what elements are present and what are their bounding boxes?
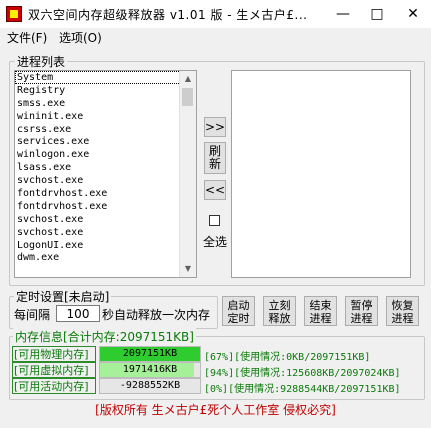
interval-prefix: 每间隔 — [14, 308, 51, 322]
virtual-memory-bar: 1971416KB — [99, 362, 201, 378]
menu-bar: 文件(F) 选项(O) — [0, 28, 431, 46]
pause-process-button[interactable]: 暂停进程 — [345, 296, 378, 326]
process-list-item[interactable]: svchost.exe — [15, 226, 181, 239]
process-list-item[interactable]: csrss.exe — [15, 123, 181, 136]
maximize-button[interactable]: □ — [362, 0, 392, 28]
active-memory-bar: -9288552KB — [99, 378, 201, 394]
scroll-down-icon[interactable]: ▼ — [180, 261, 196, 277]
physical-memory-value: 2097151KB — [122, 348, 178, 359]
close-button[interactable]: ✕ — [398, 0, 428, 28]
title-bar: 双六空间内存超级释放器 v1.01 版 - 生メ古户£... — □ ✕ — [0, 0, 431, 28]
process-list-item[interactable]: svchost.exe — [15, 213, 181, 226]
process-list-item[interactable]: Registry — [15, 84, 181, 97]
scroll-thumb[interactable] — [182, 88, 193, 106]
virtual-memory-info: [94%][使用情况:125608KB/2097024KB] — [204, 368, 401, 379]
end-process-button[interactable]: 结束进程 — [304, 296, 337, 326]
app-icon — [6, 6, 22, 22]
physical-memory-bar: 2097151KB — [99, 346, 201, 362]
process-listbox[interactable]: System Registry smss.exe wininit.exe csrss.e… — [14, 70, 197, 278]
process-list-item[interactable]: System — [15, 71, 181, 84]
minimize-button[interactable]: — — [328, 0, 358, 28]
select-all-checkbox[interactable] — [209, 215, 220, 226]
copyright-footer: [版权所有 生メ古户£死个人工作室 侵权必究] — [95, 403, 336, 417]
interval-input[interactable]: 100 — [56, 305, 100, 322]
process-list-items: System Registry smss.exe wininit.exe csrss.e… — [15, 71, 181, 264]
window-title: 双六空间内存超级释放器 v1.01 版 - 生メ古户£... — [28, 8, 308, 22]
virtual-memory-label: [可用虚拟内存] — [12, 362, 96, 378]
process-list-item[interactable]: fontdrvhost.exe — [15, 187, 181, 200]
process-list-item[interactable]: wininit.exe — [15, 110, 181, 123]
selected-process-list[interactable] — [231, 70, 411, 278]
remove-button[interactable]: << — [204, 180, 226, 200]
refresh-button[interactable]: 刷新 — [204, 142, 226, 174]
active-memory-value: -9288552KB — [119, 380, 181, 391]
process-list-item[interactable]: services.exe — [15, 135, 181, 148]
process-list-item[interactable]: winlogon.exe — [15, 148, 181, 161]
menu-file[interactable]: 文件(F) — [7, 29, 47, 46]
active-memory-info: [0%][使用情况:9288544KB/2097151KB] — [204, 384, 401, 395]
physical-memory-info: [67%][使用情况:0KB/2097151KB] — [204, 352, 371, 363]
active-memory-label: [可用活动内存] — [12, 378, 96, 394]
process-list-item[interactable]: dwm.exe — [15, 251, 181, 264]
process-list-item[interactable]: fontdrvhost.exe — [15, 200, 181, 213]
memory-info-label: 内存信息[合计内存:2097151KB] — [13, 328, 196, 345]
process-list-label: 进程列表 — [15, 53, 68, 70]
process-list-item[interactable]: lsass.exe — [15, 161, 181, 174]
process-list-item[interactable]: LogonUI.exe — [15, 239, 181, 252]
process-list-scrollbar[interactable]: ▲ ▼ — [179, 71, 196, 277]
process-list-item[interactable]: smss.exe — [15, 97, 181, 110]
release-now-button[interactable]: 立刻释放 — [263, 296, 296, 326]
interval-suffix: 秒自动释放一次内存 — [102, 308, 211, 322]
add-button[interactable]: >> — [204, 117, 226, 137]
select-all-label: 全选 — [203, 235, 228, 249]
resume-process-button[interactable]: 恢复进程 — [386, 296, 419, 326]
process-list-item[interactable]: svchost.exe — [15, 174, 181, 187]
start-timer-button[interactable]: 启动定时 — [222, 296, 255, 326]
physical-memory-label: [可用物理内存] — [12, 346, 96, 362]
menu-options[interactable]: 选项(O) — [59, 29, 102, 46]
scroll-up-icon[interactable]: ▲ — [180, 71, 196, 87]
virtual-memory-value: 1971416KB — [122, 364, 178, 375]
timer-status-label: 定时设置[未启动] — [14, 288, 112, 305]
